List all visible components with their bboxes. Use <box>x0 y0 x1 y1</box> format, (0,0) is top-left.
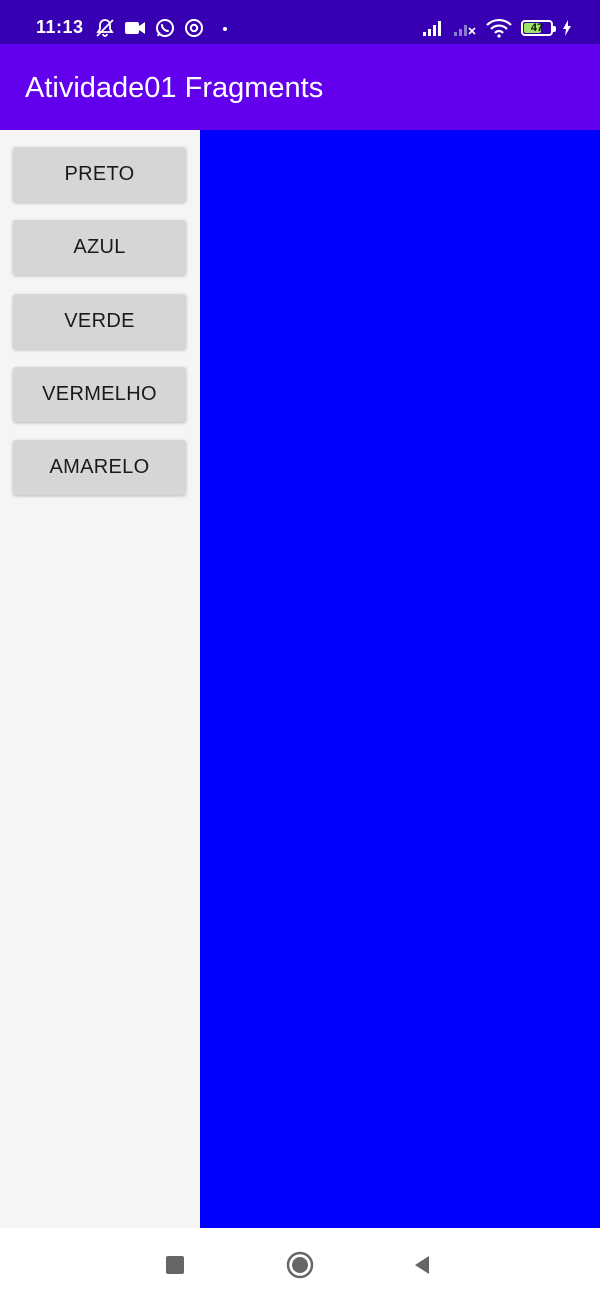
azul-button[interactable]: AZUL <box>13 220 186 275</box>
wifi-icon <box>486 18 512 38</box>
notifications-off-icon <box>95 18 115 38</box>
battery-level: 47 <box>530 22 544 34</box>
whatsapp-icon <box>155 18 175 38</box>
circle-home-icon[interactable] <box>285 1250 315 1280</box>
app-bar: Atividade01 Fragments <box>0 44 600 130</box>
vermelho-button[interactable]: VERMELHO <box>13 367 186 422</box>
signal-no-service-icon <box>453 19 477 37</box>
navigation-bar <box>0 1228 600 1300</box>
amarelo-button[interactable]: AMARELO <box>13 440 186 495</box>
status-right-icons: 47 <box>422 16 572 40</box>
verde-button[interactable]: VERDE <box>13 294 186 349</box>
status-left-icons <box>95 17 231 39</box>
at-sign-icon <box>184 18 204 38</box>
status-bar: 11:13 47 <box>0 0 600 44</box>
square-recents-icon[interactable] <box>160 1250 190 1280</box>
video-camera-icon <box>124 20 146 36</box>
signal-icon <box>422 19 444 37</box>
dot-icon <box>213 19 231 37</box>
charging-icon <box>562 19 572 37</box>
app-title: Atividade01 Fragments <box>25 72 324 104</box>
triangle-back-icon[interactable] <box>407 1250 437 1280</box>
button-fragment: PRETO AZUL VERDE VERMELHO AMARELO <box>0 130 200 1228</box>
color-display-fragment <box>200 130 600 1228</box>
preto-button[interactable]: PRETO <box>13 147 186 202</box>
battery-icon: 47 <box>521 20 556 36</box>
status-time: 11:13 <box>36 17 84 37</box>
battery-tip <box>553 26 556 32</box>
